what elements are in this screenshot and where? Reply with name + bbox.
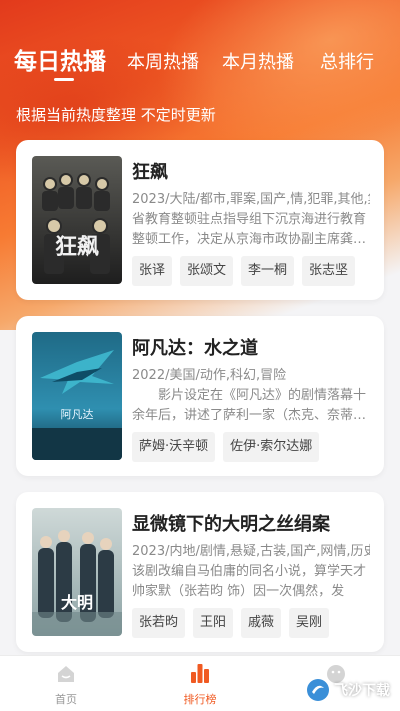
nav-ranking-label: 排行榜 [183, 693, 217, 706]
poster-image: 阿凡达 [32, 332, 122, 460]
cast-tag[interactable]: 张译 [132, 256, 173, 286]
movie-meta: 2023/内地/剧情,悬疑,古装,国产,网情,历史 [132, 544, 370, 559]
poster-image: 大明 [32, 508, 122, 636]
tab-weekly[interactable]: 本周热播 [127, 48, 199, 74]
cast-tags: 张若昀 王阳 戚薇 吴刚 [132, 608, 330, 638]
movie-description: 影片设定在《阿凡达》的剧情落幕十余年后，讲述了萨利一家（杰克、奈蒂… [132, 388, 367, 423]
watermark-logo: 飞沙下载 [306, 676, 396, 706]
nav-ranking[interactable]: 排行榜 [160, 656, 240, 711]
movie-title: 阿凡达：水之道 [132, 338, 258, 359]
tab-overall[interactable]: 总排行 [320, 48, 374, 74]
tab-daily[interactable]: 每日热播 [14, 42, 106, 76]
ranking-card[interactable]: 阿凡达 阿凡达：水之道 2022/美国/动作,科幻,冒险 影片设定在《阿凡达》的… [16, 316, 384, 476]
movie-title: 显微镜下的大明之丝绢案 [132, 514, 330, 535]
svg-text:大明: 大明 [61, 593, 93, 612]
poster-image: 狂飙 [32, 156, 122, 284]
ranking-icon [191, 664, 209, 683]
cast-tag[interactable]: 张若昀 [132, 608, 186, 638]
cast-tag[interactable]: 萨姆·沃辛顿 [132, 432, 216, 462]
active-tab-indicator [54, 78, 74, 81]
cast-tag[interactable]: 李一桐 [241, 256, 295, 286]
movie-description: 该剧改编自马伯庸的同名小说，算学天才帅家默（张若昀 饰）因一次偶然，发现… [132, 564, 367, 599]
svg-text:狂飙: 狂飙 [55, 234, 99, 260]
cast-tag[interactable]: 王阳 [193, 608, 234, 638]
ranking-card[interactable]: 狂飙 狂飙 2023/大陆/都市,罪案,国产,情,犯罪,其他,集 省教育整顿驻点… [16, 140, 384, 300]
watermark-text: 飞沙下载 [334, 683, 390, 699]
ranking-card[interactable]: 大明 显微镜下的大明之丝绢案 2023/内地/剧情,悬疑,古装,国产,网情,历史… [16, 492, 384, 652]
home-icon [58, 666, 74, 682]
cast-tag[interactable]: 戚薇 [241, 608, 282, 638]
nav-home[interactable]: 首页 [26, 656, 106, 711]
svg-text:阿凡达: 阿凡达 [61, 408, 94, 421]
cast-tags: 萨姆·沃辛顿 佐伊·索尔达娜 [132, 432, 320, 462]
movie-meta: 2022/美国/动作,科幻,冒险 [132, 368, 287, 383]
watermark-icon [307, 679, 329, 701]
movie-title: 狂飙 [132, 162, 168, 183]
nav-home-label: 首页 [55, 693, 77, 706]
movie-meta: 2023/大陆/都市,罪案,国产,情,犯罪,其他,集 [132, 192, 370, 207]
page-subtitle: 根据当前热度整理 不定时更新 [16, 106, 216, 124]
cast-tag[interactable]: 佐伊·索尔达娜 [223, 432, 320, 462]
cast-tags: 张译 张颂文 李一桐 张志坚 [132, 256, 356, 286]
cast-tag[interactable]: 张颂文 [180, 256, 234, 286]
tab-monthly[interactable]: 本月热播 [222, 48, 294, 74]
cast-tag[interactable]: 吴刚 [289, 608, 330, 638]
ranking-tabs: 每日热播 本周热播 本月热播 总排行 [0, 38, 400, 88]
cast-tag[interactable]: 张志坚 [302, 256, 356, 286]
movie-description: 省教育整顿驻点指导组下沉京海进行教育整顿工作，决定从京海市政协副主席龚… [132, 212, 367, 247]
